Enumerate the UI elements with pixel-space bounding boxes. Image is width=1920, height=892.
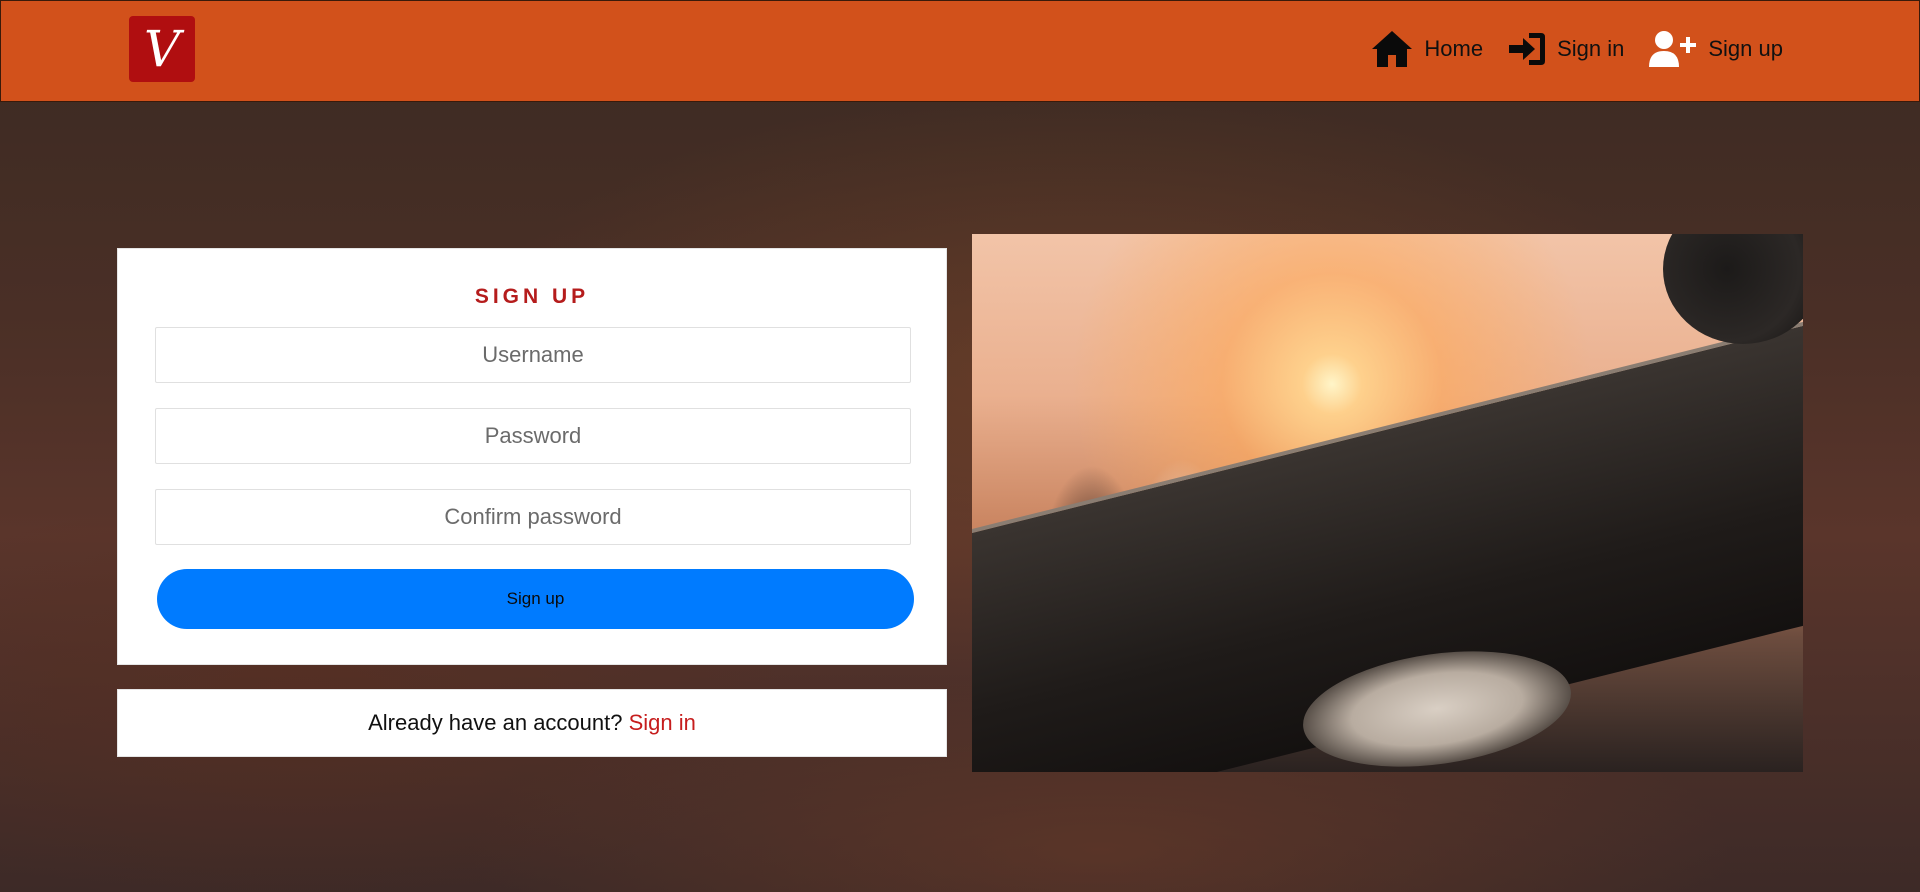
nav-signin-link[interactable]: Sign in: [1507, 27, 1624, 71]
username-input[interactable]: [155, 327, 911, 383]
user-plus-icon: [1648, 29, 1698, 69]
signin-prompt-card: Already have an account? Sign in: [117, 689, 947, 757]
password-input[interactable]: [155, 408, 911, 464]
headphone-shape: [1663, 234, 1803, 344]
nav-signup-link[interactable]: Sign up: [1648, 27, 1783, 71]
top-navbar: V Home Sign in Sign up: [0, 0, 1920, 102]
nav-home-label: Home: [1424, 36, 1484, 61]
brand-logo[interactable]: V: [129, 16, 195, 82]
nav-home-link[interactable]: Home: [1370, 27, 1483, 71]
confirm-password-input[interactable]: [155, 489, 911, 545]
signup-title: SIGN UP: [474, 285, 590, 308]
dj-party-photo: [972, 234, 1803, 772]
nav-signin-label: Sign in: [1557, 36, 1625, 61]
signup-form-card: SIGN UP Sign up: [117, 248, 947, 665]
signin-link[interactable]: Sign in: [629, 710, 696, 735]
nav-signup-label: Sign up: [1708, 36, 1783, 61]
sign-in-icon: [1507, 30, 1547, 68]
signup-submit-button[interactable]: Sign up: [157, 569, 914, 629]
home-icon: [1370, 29, 1414, 69]
signin-prompt-text: Already have an account?: [368, 710, 623, 735]
nav-links: Home Sign in Sign up: [1370, 27, 1783, 71]
